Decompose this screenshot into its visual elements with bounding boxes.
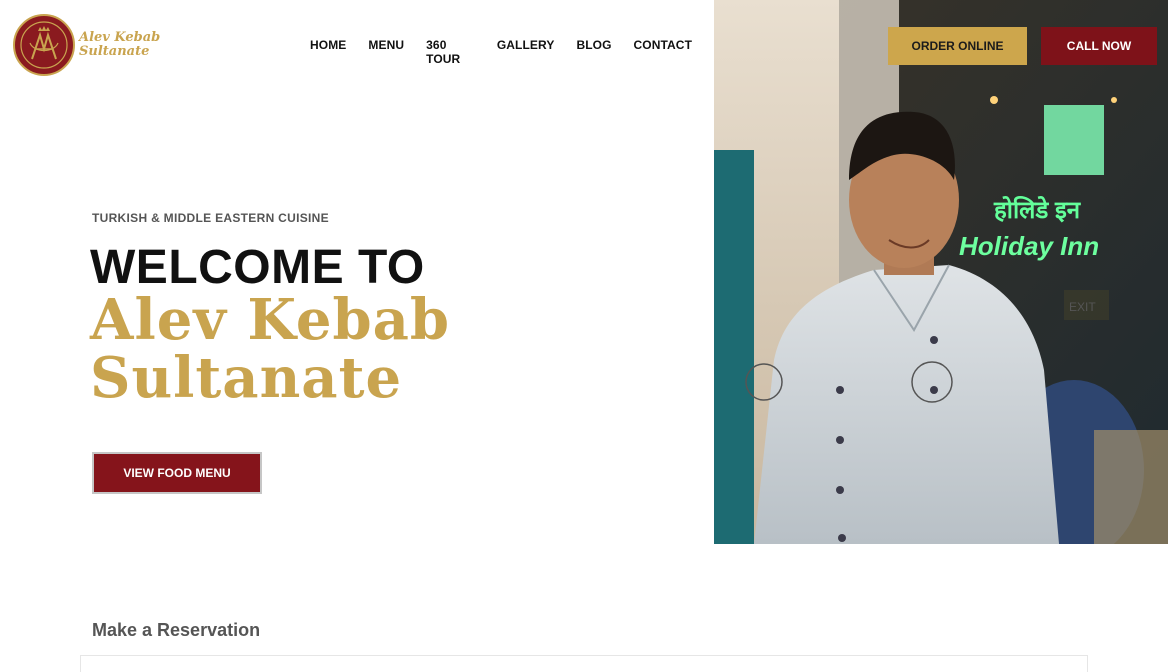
logo-wordmark: Alev Kebab Sultanate [79,31,160,59]
call-now-button[interactable]: CALL NOW [1041,27,1157,65]
nav-menu[interactable]: MENU [368,38,404,66]
nav-blog[interactable]: BLOG [576,38,611,66]
order-online-button[interactable]: ORDER ONLINE [888,27,1027,65]
svg-text:Holiday Inn: Holiday Inn [959,231,1099,261]
hero-photo: होलिडे इन Holiday Inn EXIT [714,0,1168,544]
nav-gallery[interactable]: GALLERY [497,38,555,66]
nav-home[interactable]: HOME [310,38,346,66]
hero-brand-line-1: Alev Kebab [90,287,451,353]
site-header: Alev Kebab Sultanate HOME MENU 360 TOUR … [0,0,714,90]
hero-brand-line-2: Sultanate [90,345,403,411]
hero-eyebrow: TURKISH & MIDDLE EASTERN CUISINE [92,211,329,225]
logo-line-1: Alev Kebab [79,30,161,45]
view-food-menu-button[interactable]: VIEW FOOD MENU [92,452,262,494]
site-logo[interactable]: Alev Kebab Sultanate [13,14,160,76]
reservation-title: Make a Reservation [92,620,261,640]
reservation-form [80,655,1088,672]
main-nav: HOME MENU 360 TOUR GALLERY BLOG CONTACT [310,38,714,66]
svg-text:होलिडे इन: होलिडे इन [993,196,1082,224]
nav-contact[interactable]: CONTACT [634,38,692,66]
crown-monogram-icon [13,14,75,76]
nav-360-tour[interactable]: 360 TOUR [426,38,475,66]
svg-text:EXIT: EXIT [1069,300,1096,314]
logo-line-2: Sultanate [79,44,150,59]
